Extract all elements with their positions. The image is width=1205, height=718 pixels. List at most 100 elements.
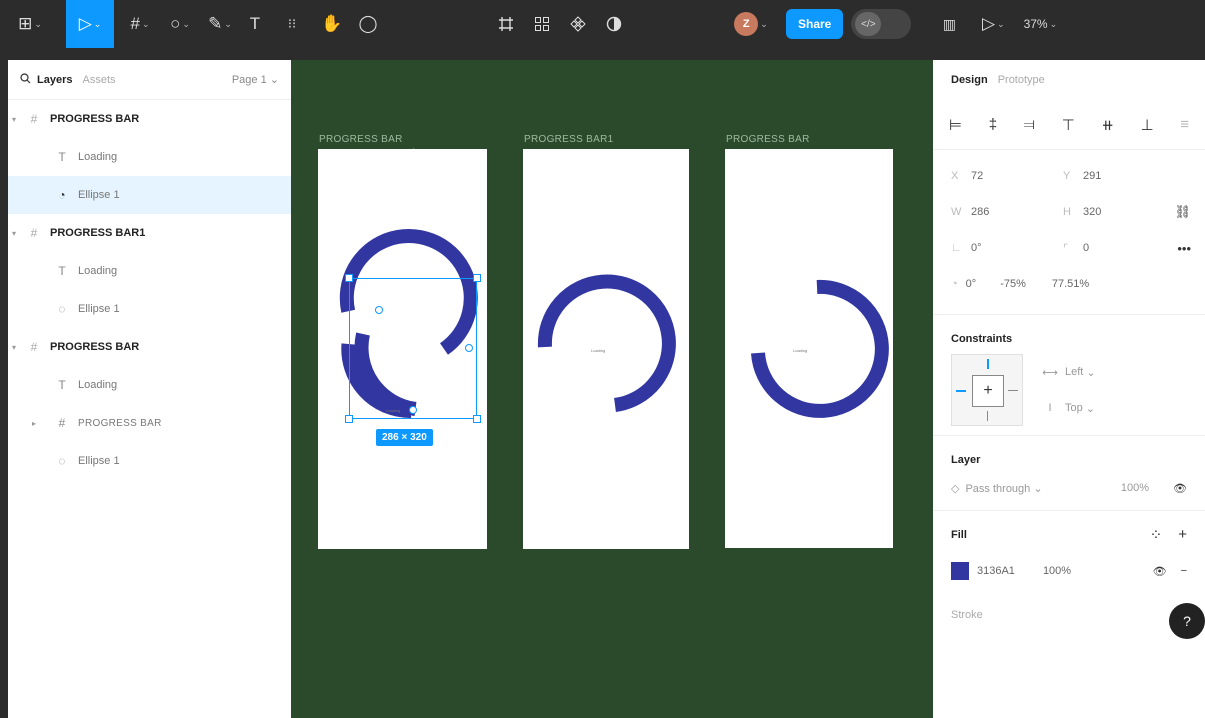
pen-tool-button[interactable]: ✎ ⌄ <box>200 0 240 48</box>
constraint-widget[interactable]: + <box>951 354 1023 426</box>
x-field[interactable]: X 72 <box>951 170 1063 182</box>
resize-handle[interactable] <box>345 274 353 282</box>
layer-opacity-field[interactable]: 100% <box>1121 482 1149 494</box>
auto-layout-button[interactable] <box>524 0 560 48</box>
layer-row[interactable]: ▾ # PROGRESS BAR1 <box>8 214 291 252</box>
styles-grid-icon[interactable]: ⁘ <box>1150 526 1163 544</box>
progress-arc-3[interactable] <box>725 149 893 548</box>
frame-progress-bar-3[interactable]: Loading <box>725 149 893 548</box>
present-button[interactable]: ▷ ⌄ <box>973 0 1013 48</box>
align-left-icon[interactable]: ⊨ <box>949 116 962 134</box>
main-menu-button[interactable]: ⊞ ⌄ <box>12 0 48 48</box>
horizontal-arrows-icon: ⟷ <box>1042 366 1058 379</box>
page-label: Page 1 <box>231 74 267 86</box>
help-button[interactable]: ? <box>1169 603 1205 639</box>
expand-caret-icon[interactable]: ▾ <box>12 343 16 352</box>
tab-assets[interactable]: Assets <box>82 74 115 86</box>
add-fill-icon[interactable]: + <box>1178 526 1187 544</box>
fill-title: Fill <box>951 529 967 541</box>
height-field[interactable]: H 320 <box>1063 206 1175 218</box>
page-selector[interactable]: Page 1 ⌄ <box>232 73 279 86</box>
arc-ratio-field[interactable]: 77.51% <box>1052 278 1089 290</box>
tab-design[interactable]: Design <box>951 74 988 86</box>
search-icon[interactable] <box>20 72 31 87</box>
align-horizontal-center-icon[interactable]: ‡ <box>989 116 997 133</box>
design-canvas[interactable]: PROGRESS BAR Loading 286 × 320 PROGRESS … <box>291 60 933 718</box>
frame-icon: # <box>58 416 66 430</box>
y-field[interactable]: Y 291 <box>1063 170 1175 182</box>
rotation-field[interactable]: ∟ 0° <box>951 242 1063 254</box>
text-tool-button[interactable]: T <box>240 0 270 48</box>
width-field[interactable]: W 286 <box>951 206 1063 218</box>
align-right-icon[interactable]: ⫤ <box>1024 116 1035 133</box>
layer-row[interactable]: T Loading <box>8 252 291 290</box>
shape-tool-button[interactable]: ○ ⌄ <box>160 0 200 48</box>
tab-layers[interactable]: Layers <box>37 74 72 86</box>
arc-end-handle[interactable] <box>465 344 473 352</box>
eye-icon[interactable]: 👁 <box>1153 565 1167 578</box>
frame-label[interactable]: PROGRESS BAR <box>726 134 810 145</box>
layer-row[interactable]: ▾ # PROGRESS BAR <box>8 100 291 138</box>
fill-opacity-value[interactable]: 100% <box>1043 565 1071 577</box>
layer-row[interactable]: ◌ Ellipse 1 <box>8 442 291 480</box>
blend-mode-dropdown[interactable]: Pass through ⌄ <box>965 482 1042 495</box>
more-options-icon[interactable]: ••• <box>1177 241 1191 256</box>
user-avatar-button[interactable]: Z ⌄ <box>726 0 776 48</box>
arc-start-handle[interactable] <box>375 306 383 314</box>
resize-handle[interactable] <box>473 415 481 423</box>
align-top-icon[interactable]: ⊤ <box>1062 116 1075 134</box>
move-tool-button[interactable]: ▷ ⌄ <box>66 0 114 48</box>
zoom-dropdown[interactable]: 37% ⌄ <box>1017 0 1063 48</box>
create-component-button[interactable] <box>488 0 524 48</box>
align-bottom-icon[interactable]: ⊥ <box>1141 116 1154 134</box>
ellipse-arc-icon: ◌ <box>58 454 66 468</box>
layer-row[interactable]: T Loading <box>8 138 291 176</box>
mask-button[interactable] <box>596 0 632 48</box>
comment-tool-button[interactable]: ◯ <box>350 0 386 48</box>
constraint-bottom-bar <box>987 411 988 421</box>
fill-hex-value[interactable]: 3136A1 <box>977 565 1015 577</box>
library-button[interactable]: ▥ <box>929 0 969 48</box>
book-icon: ▥ <box>942 15 956 32</box>
expand-caret-icon[interactable]: ▸ <box>32 419 36 428</box>
horizontal-constraint-dropdown[interactable]: ⟷ Left ⌄ <box>1041 354 1096 390</box>
layer-row-selected[interactable]: ◔ Ellipse 1 <box>8 176 291 214</box>
constrain-proportions-icon[interactable]: ⛓ <box>1174 204 1191 220</box>
arc-sweep-field[interactable]: -75% <box>1000 278 1026 290</box>
corner-radius-field[interactable]: ⌜ 0 <box>1063 242 1175 255</box>
frame-icon: # <box>30 226 38 240</box>
share-button[interactable]: Share <box>786 9 844 39</box>
loading-label: Loading <box>793 348 808 353</box>
ellipse-arc-icon: ◌ <box>58 302 66 316</box>
code-icon: </> <box>855 12 882 36</box>
align-vertical-center-icon[interactable]: ⧺ <box>1101 116 1114 134</box>
progress-arc-2[interactable] <box>523 149 689 549</box>
text-icon: T <box>58 150 66 164</box>
dev-mode-toggle[interactable]: </> <box>851 9 912 39</box>
layer-row[interactable]: ◌ Ellipse 1 <box>8 290 291 328</box>
frame-tool-button[interactable]: # ⌄ <box>120 0 160 48</box>
resize-handle[interactable] <box>473 274 481 282</box>
layer-label: PROGRESS BAR1 <box>50 227 146 239</box>
arc-ratio-handle[interactable] <box>409 406 417 414</box>
resize-handle[interactable] <box>345 415 353 423</box>
layer-row[interactable]: ▾ # PROGRESS BAR <box>8 328 291 366</box>
selection-box[interactable] <box>349 278 477 419</box>
layer-row[interactable]: ▸ # PROGRESS BAR <box>8 404 291 442</box>
expand-caret-icon[interactable]: ▾ <box>12 115 16 124</box>
frame-label[interactable]: PROGRESS BAR <box>319 134 403 145</box>
distribute-icon[interactable]: ≡ <box>1180 116 1189 133</box>
hand-tool-button[interactable]: ✋ <box>314 0 350 48</box>
frame-label[interactable]: PROGRESS BAR1 <box>524 134 613 145</box>
frame-progress-bar1[interactable]: Loading <box>523 149 689 549</box>
resources-button[interactable]: ⁝⁝ <box>270 0 314 48</box>
eye-icon[interactable]: 👁 <box>1173 482 1187 495</box>
component-button[interactable] <box>560 0 596 48</box>
tab-prototype[interactable]: Prototype <box>998 74 1045 86</box>
fill-color-swatch[interactable] <box>951 562 969 580</box>
layer-row[interactable]: T Loading <box>8 366 291 404</box>
vertical-constraint-dropdown[interactable]: I Top ⌄ <box>1041 390 1096 426</box>
arc-start-field[interactable]: ◔ 0° <box>951 278 976 290</box>
remove-fill-icon[interactable]: − <box>1181 565 1187 577</box>
expand-caret-icon[interactable]: ▾ <box>12 229 16 238</box>
